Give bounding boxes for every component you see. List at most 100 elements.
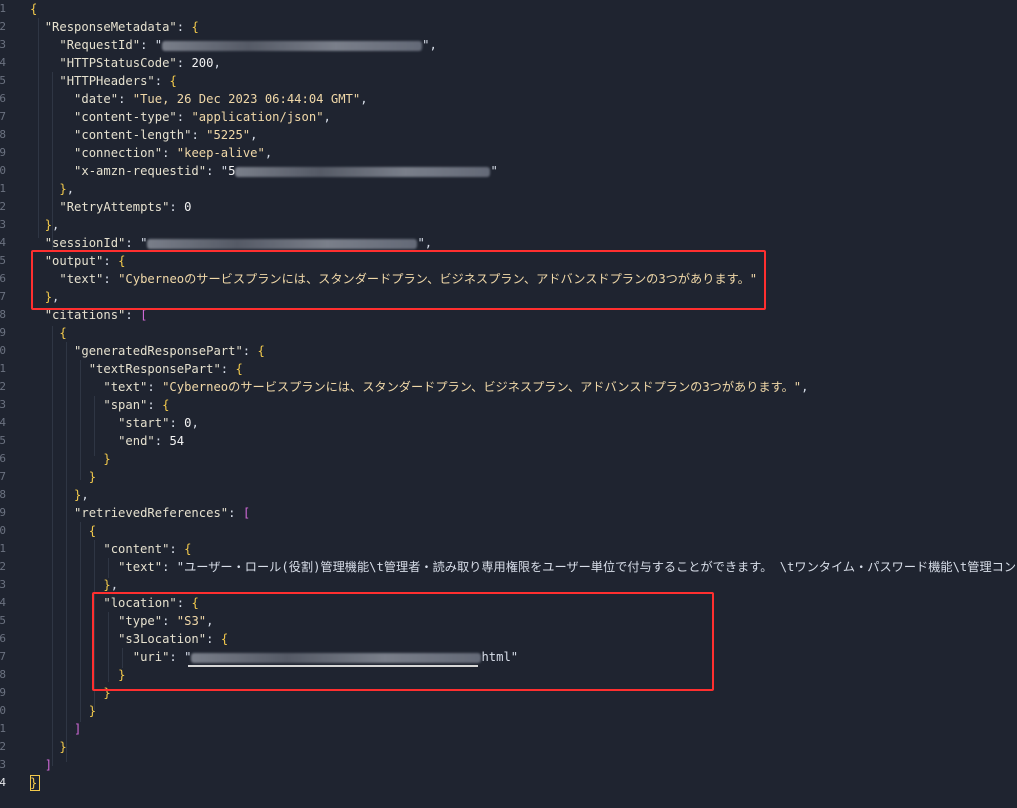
code-line[interactable]: 1 "content": { xyxy=(0,540,1017,558)
code-text: } xyxy=(103,452,111,466)
code-text: ] xyxy=(44,758,53,772)
code-line[interactable]: 0 "generatedResponsePart": { xyxy=(0,342,1017,360)
code-line[interactable]: 4} xyxy=(0,774,1017,792)
line-number: 4 xyxy=(0,416,6,429)
code-line[interactable]: 2 "ResponseMetadata": { xyxy=(0,18,1017,36)
line-number: 1 xyxy=(0,2,6,15)
code-line[interactable]: 4 "HTTPStatusCode": 200, xyxy=(0,54,1017,72)
code-line[interactable]: 9 "connection": "keep-alive", xyxy=(0,144,1017,162)
line-number: 2 xyxy=(0,380,6,393)
line-number: 1 xyxy=(0,542,6,555)
code-text: "end": 54 xyxy=(118,434,185,448)
code-line[interactable]: 0 { xyxy=(0,522,1017,540)
code-text: ] xyxy=(74,722,82,736)
line-number: 9 xyxy=(0,326,6,339)
line-number: 5 xyxy=(0,614,6,627)
code-text: "x-amzn-requestid": "5 " xyxy=(74,164,498,178)
code-text: "RetryAttempts": 0 xyxy=(59,200,192,214)
highlight-location-box xyxy=(92,592,714,691)
redacted-value xyxy=(235,166,491,177)
line-number: 8 xyxy=(0,668,6,681)
code-text: { xyxy=(30,2,38,16)
line-number: 3 xyxy=(0,38,6,51)
code-text: "start": 0, xyxy=(118,416,199,430)
line-number: 5 xyxy=(0,74,6,87)
line-number: 8 xyxy=(0,308,6,321)
code-line[interactable]: 1 }, xyxy=(0,180,1017,198)
line-number: 0 xyxy=(0,524,6,537)
line-number: 2 xyxy=(0,20,6,33)
code-text: "ResponseMetadata": { xyxy=(44,20,199,34)
code-line[interactable]: 2 "text": "Cyberneoのサービスプランには、スタンダードプラン、… xyxy=(0,378,1017,396)
line-number: 7 xyxy=(0,470,6,483)
line-number: 3 xyxy=(0,758,6,771)
code-line[interactable]: 6 "date": "Tue, 26 Dec 2023 06:44:04 GMT… xyxy=(0,90,1017,108)
line-number: 4 xyxy=(0,776,6,789)
code-line[interactable]: 3 "span": { xyxy=(0,396,1017,414)
code-text: "content-type": "application/json", xyxy=(74,110,331,124)
code-text: { xyxy=(88,524,97,538)
line-number: 4 xyxy=(0,596,6,609)
code-line[interactable]: 5 "end": 54 xyxy=(0,432,1017,450)
code-line[interactable]: 3 }, xyxy=(0,216,1017,234)
code-text: "generatedResponsePart": { xyxy=(74,344,265,358)
code-text: { xyxy=(59,326,67,340)
line-number: 4 xyxy=(0,56,6,69)
line-number: 7 xyxy=(0,650,6,663)
line-number: 3 xyxy=(0,578,6,591)
code-line[interactable]: 1 ] xyxy=(0,720,1017,738)
code-line[interactable]: 0 } xyxy=(0,702,1017,720)
code-text: }, xyxy=(44,218,60,232)
line-number: 9 xyxy=(0,506,6,519)
line-number: 9 xyxy=(0,686,6,699)
code-line[interactable]: 3 "RequestId": " ", xyxy=(0,36,1017,54)
line-number: 0 xyxy=(0,704,6,717)
line-number: 8 xyxy=(0,488,6,501)
code-text: "retrievedReferences": [ xyxy=(74,506,251,520)
code-line[interactable]: 8 "content-length": "5225", xyxy=(0,126,1017,144)
line-number: 6 xyxy=(0,272,6,285)
line-number: 6 xyxy=(0,632,6,645)
code-text: "text": "ユーザー・ロール(役割)管理機能\t管理者・読み取り専用権限を… xyxy=(118,560,1017,574)
line-number: 4 xyxy=(0,236,6,249)
code-text: } xyxy=(88,704,97,718)
line-number: 1 xyxy=(0,182,6,195)
code-line[interactable]: 9 "retrievedReferences": [ xyxy=(0,504,1017,522)
line-number: 0 xyxy=(0,164,6,177)
code-line[interactable]: 1{ xyxy=(0,0,1017,18)
cursor-caret xyxy=(30,775,40,791)
code-line[interactable]: 2 "RetryAttempts": 0 xyxy=(0,198,1017,216)
code-line[interactable]: 3 ] xyxy=(0,756,1017,774)
code-line[interactable]: 7 } xyxy=(0,468,1017,486)
code-text: "content": { xyxy=(103,542,192,556)
code-text: "HTTPStatusCode": 200, xyxy=(59,56,221,70)
line-number: 2 xyxy=(0,740,6,753)
line-number: 1 xyxy=(0,722,6,735)
line-number: 6 xyxy=(0,92,6,105)
code-line[interactable]: 1 "textResponsePart": { xyxy=(0,360,1017,378)
code-text: "span": { xyxy=(103,398,170,412)
redacted-value xyxy=(162,40,423,51)
code-text: "RequestId": " ", xyxy=(59,38,437,52)
line-number: 3 xyxy=(0,398,6,411)
code-text: "connection": "keep-alive", xyxy=(74,146,273,160)
code-line[interactable]: 4 "start": 0, xyxy=(0,414,1017,432)
code-line[interactable]: 2 } xyxy=(0,738,1017,756)
line-number: 7 xyxy=(0,290,6,303)
line-number: 2 xyxy=(0,560,6,573)
code-line[interactable]: 0 "x-amzn-requestid": "5 " xyxy=(0,162,1017,180)
code-line[interactable]: 8 }, xyxy=(0,486,1017,504)
code-line[interactable]: 7 "content-type": "application/json", xyxy=(0,108,1017,126)
code-line[interactable]: 9 { xyxy=(0,324,1017,342)
json-code-editor[interactable]: 1{2 "ResponseMetadata": {3 "RequestId": … xyxy=(0,0,1017,808)
line-number: 8 xyxy=(0,128,6,141)
code-text: "text": "Cyberneoのサービスプランには、スタンダードプラン、ビジ… xyxy=(103,380,809,394)
line-number: 1 xyxy=(0,362,6,375)
code-text: "HTTPHeaders": { xyxy=(59,74,177,88)
code-line[interactable]: 2 "text": "ユーザー・ロール(役割)管理機能\t管理者・読み取り専用権… xyxy=(0,558,1017,576)
line-number: 3 xyxy=(0,218,6,231)
highlight-output-box xyxy=(31,250,766,310)
code-line[interactable]: 5 "HTTPHeaders": { xyxy=(0,72,1017,90)
code-line[interactable]: 6 } xyxy=(0,450,1017,468)
line-number: 2 xyxy=(0,200,6,213)
